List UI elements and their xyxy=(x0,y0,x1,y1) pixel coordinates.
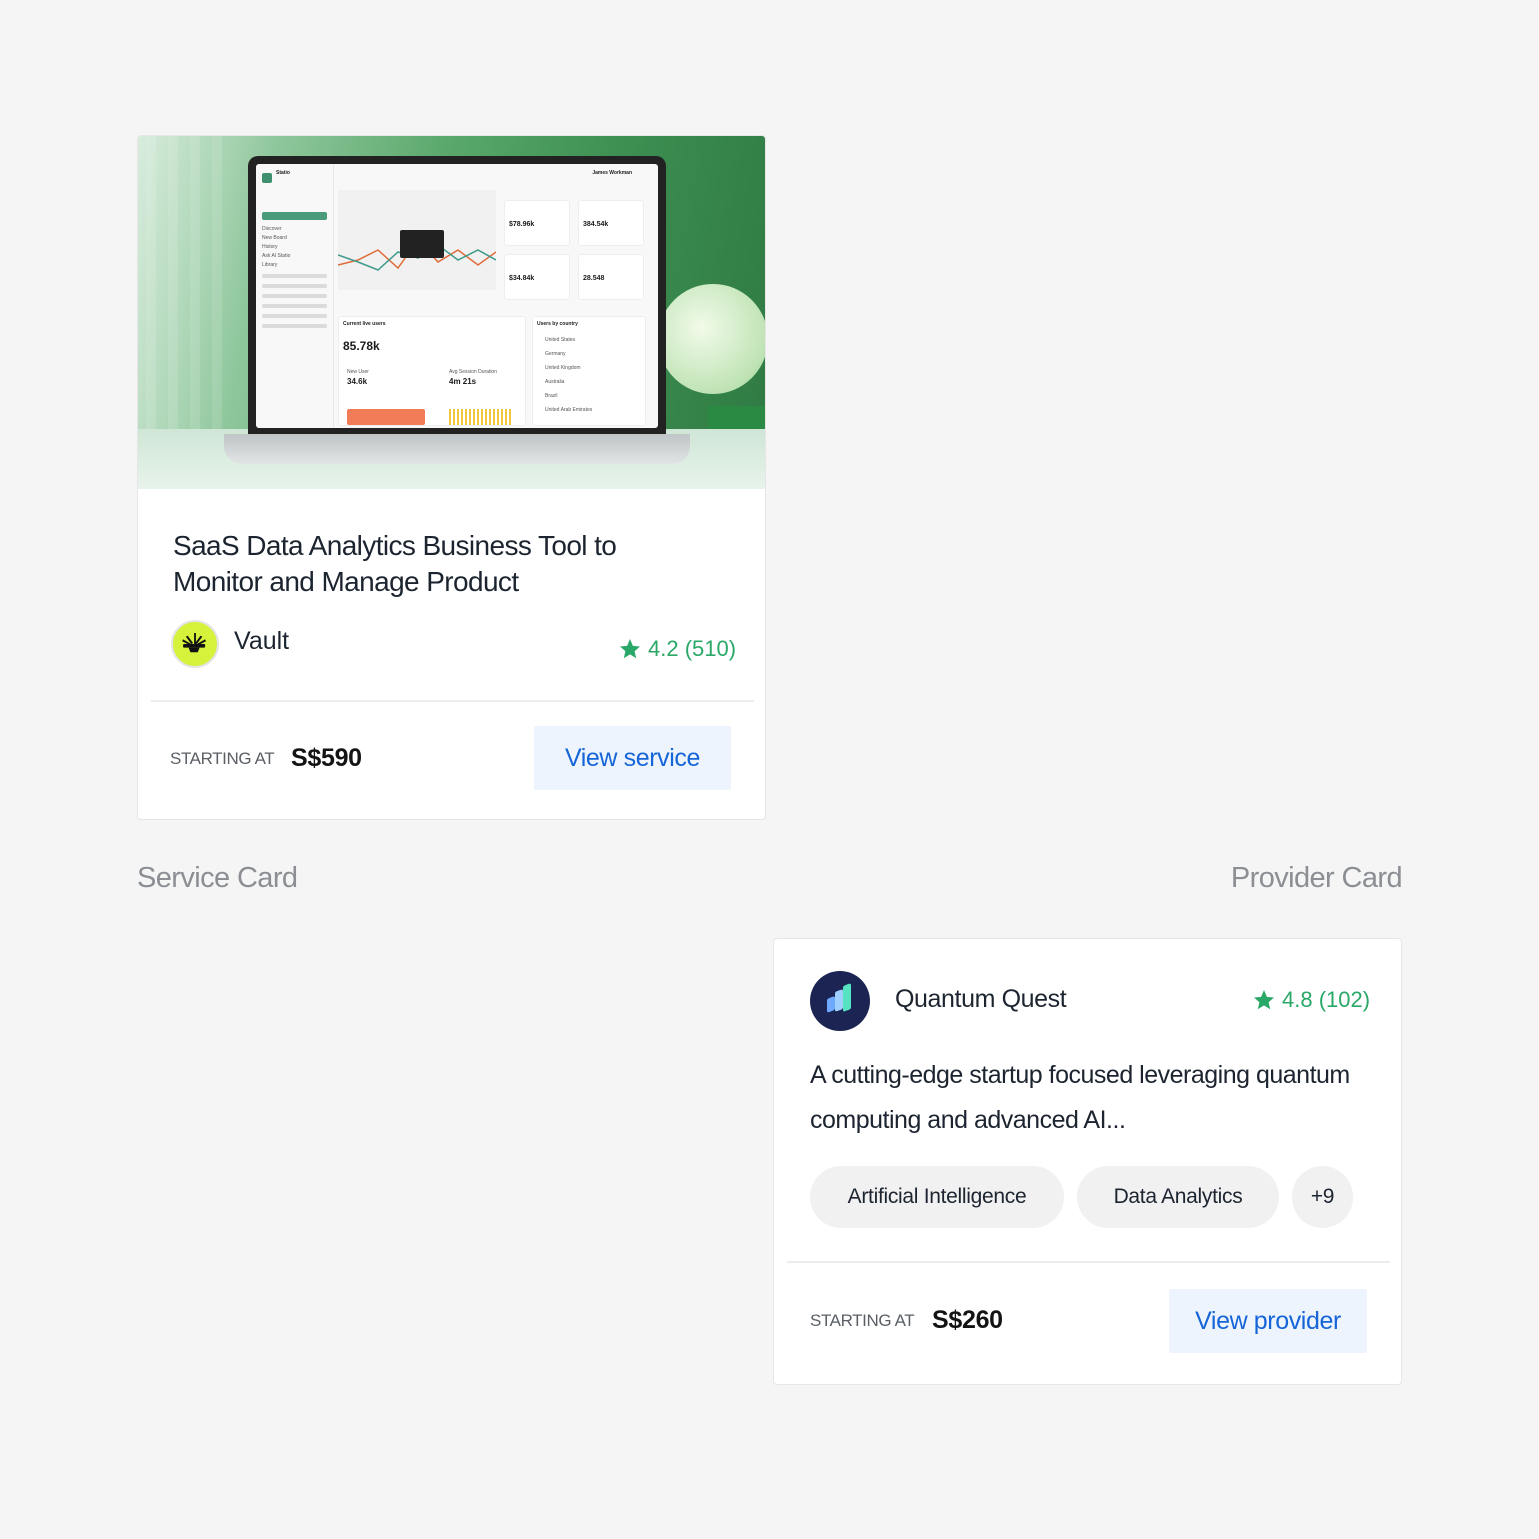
service-card-label: Service Card xyxy=(137,862,298,894)
service-card[interactable]: Statio Discover New Board History Ask AI… xyxy=(137,135,766,820)
line-chart-graphic xyxy=(338,190,496,290)
tag-data-analytics[interactable]: Data Analytics xyxy=(1077,1166,1279,1228)
starting-at-label: STARTING AT xyxy=(810,1311,915,1330)
view-service-button[interactable]: View service xyxy=(534,726,731,790)
service-rating: 4.2 (510) xyxy=(618,636,736,662)
tag-artificial-intelligence[interactable]: Artificial Intelligence xyxy=(810,1166,1064,1228)
view-provider-button[interactable]: View provider xyxy=(1169,1289,1367,1353)
tag-more-count[interactable]: +9 xyxy=(1292,1166,1353,1228)
price-value: S$260 xyxy=(932,1306,1003,1334)
price-value: S$590 xyxy=(291,744,362,772)
quantum-quest-logo-icon xyxy=(810,971,870,1031)
provider-description: A cutting-edge startup focused leveragin… xyxy=(810,1061,1350,1134)
provider-name[interactable]: Vault xyxy=(234,627,289,656)
app-logo-icon xyxy=(262,173,272,183)
star-icon xyxy=(1254,990,1274,1010)
provider-name[interactable]: Quantum Quest xyxy=(895,985,1067,1014)
divider xyxy=(151,700,754,702)
starting-at-label: STARTING AT xyxy=(170,749,275,768)
divider xyxy=(787,1261,1390,1263)
laptop-mockup: Statio Discover New Board History Ask AI… xyxy=(248,156,666,436)
rating-value: 4.2 (510) xyxy=(648,636,737,661)
provider-card-label: Provider Card xyxy=(1230,862,1403,894)
service-title[interactable]: SaaS Data Analytics Business Tool to Mon… xyxy=(173,528,693,600)
provider-rating: 4.8 (102) xyxy=(1252,987,1370,1013)
vault-logo-icon xyxy=(171,620,219,668)
star-icon xyxy=(620,639,640,659)
service-thumbnail-image: Statio Discover New Board History Ask AI… xyxy=(138,136,765,489)
provider-card[interactable]: Quantum Quest 4.8 (102) A cutting-edge s… xyxy=(773,938,1402,1385)
rating-value: 4.8 (102) xyxy=(1282,987,1371,1012)
